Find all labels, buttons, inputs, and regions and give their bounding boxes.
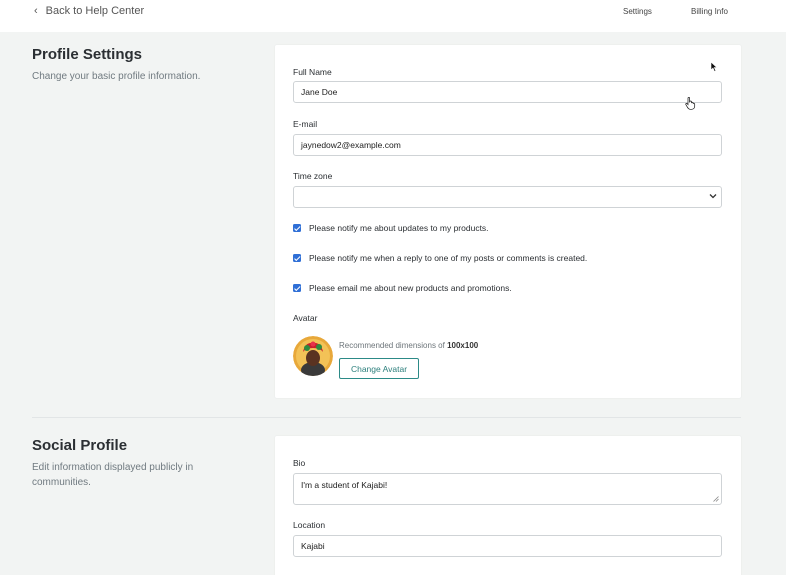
email-promotions-label: Please email me about new products and p… <box>309 283 512 293</box>
location-label: Location <box>293 520 326 530</box>
notify-updates-option[interactable]: Please notify me about updates to my pro… <box>293 223 489 233</box>
nav-billing-info[interactable]: Billing Info <box>691 7 728 16</box>
avatar-image <box>293 336 333 376</box>
resize-handle-icon[interactable] <box>713 496 719 502</box>
timezone-select[interactable] <box>293 186 722 208</box>
email-promotions-checkbox[interactable] <box>293 284 301 292</box>
hand-cursor-icon <box>685 97 696 110</box>
back-to-help-center-link[interactable]: ‹ Back to Help Center <box>34 5 144 17</box>
timezone-label: Time zone <box>293 171 333 181</box>
bio-value: I'm a student of Kajabi! <box>301 480 388 490</box>
avatar-hint-text: Recommended dimensions of <box>339 341 445 350</box>
notify-replies-option[interactable]: Please notify me when a reply to one of … <box>293 253 587 263</box>
notify-updates-checkbox[interactable] <box>293 224 301 232</box>
social-profile-description: Edit information displayed publicly in c… <box>32 462 194 488</box>
email-promotions-option[interactable]: Please email me about new products and p… <box>293 283 512 293</box>
full-name-label: Full Name <box>293 67 332 77</box>
back-link-label: Back to Help Center <box>45 5 145 17</box>
avatar-hint: Recommended dimensions of 100x100 <box>339 341 478 350</box>
bio-label: Bio <box>293 458 306 468</box>
avatar <box>293 336 333 376</box>
profile-settings-description: Change your basic profile information. <box>32 71 201 82</box>
notify-updates-label: Please notify me about updates to my pro… <box>309 223 489 233</box>
arrow-cursor-icon <box>710 61 718 72</box>
profile-settings-card: Full Name Jane Doe E-mail jaynedow2@exam… <box>275 45 741 398</box>
social-profile-title: Social Profile <box>32 437 128 454</box>
change-avatar-button[interactable]: Change Avatar <box>339 358 419 379</box>
email-input[interactable]: jaynedow2@example.com <box>293 134 722 156</box>
top-bar: ‹ Back to Help Center Settings Billing I… <box>0 0 786 32</box>
bio-textarea[interactable]: I'm a student of Kajabi! <box>293 473 722 505</box>
location-input[interactable]: Kajabi <box>293 535 722 557</box>
profile-settings-title: Profile Settings <box>32 46 143 63</box>
chevron-down-icon <box>709 194 717 199</box>
email-label: E-mail <box>293 119 318 129</box>
avatar-hint-dimensions: 100x100 <box>447 341 479 350</box>
full-name-input[interactable]: Jane Doe <box>293 81 722 103</box>
chevron-left-icon: ‹ <box>34 5 38 17</box>
notify-replies-label: Please notify me when a reply to one of … <box>309 253 588 263</box>
notify-replies-checkbox[interactable] <box>293 254 301 262</box>
avatar-label: Avatar <box>293 313 318 323</box>
section-divider <box>32 417 741 418</box>
nav-settings[interactable]: Settings <box>623 7 652 16</box>
social-profile-card: Bio I'm a student of Kajabi! Location Ka… <box>275 436 741 575</box>
